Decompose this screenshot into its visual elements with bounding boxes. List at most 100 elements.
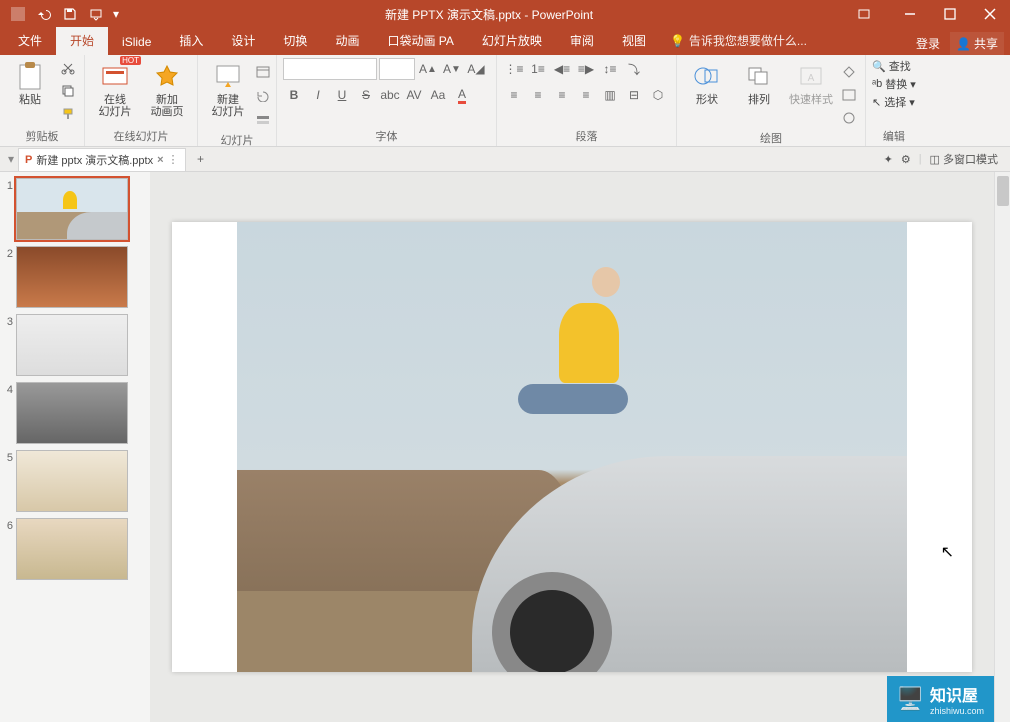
window-controls <box>850 0 1010 28</box>
minimize-button[interactable] <box>890 0 930 28</box>
italic-button[interactable]: I <box>307 84 329 106</box>
decrease-font-button[interactable]: A▼ <box>441 58 463 80</box>
underline-button[interactable]: U <box>331 84 353 106</box>
tab-pocket-anim[interactable]: 口袋动画 PA <box>373 27 467 55</box>
close-tab-button[interactable]: × <box>157 154 163 166</box>
new-slide-button[interactable]: 新建 幻灯片 <box>204 58 252 120</box>
increase-font-button[interactable]: A▲ <box>417 58 439 80</box>
decrease-indent-button[interactable]: ◀≡ <box>551 58 573 80</box>
cut-button[interactable] <box>58 58 78 78</box>
group-clipboard: 粘贴 剪贴板 <box>0 55 85 146</box>
layout-button[interactable] <box>256 62 270 82</box>
slide-canvas-area[interactable]: ↖ 🖥️ 知识屋 zhishiwu.com <box>150 172 994 722</box>
ribbon-display-button[interactable] <box>850 0 878 28</box>
font-size-combo[interactable] <box>379 58 415 80</box>
new-anim-page-button[interactable]: 新加 动画页 <box>143 58 191 120</box>
tab-design[interactable]: 设计 <box>217 27 269 55</box>
numbering-button[interactable]: 1≡ <box>527 58 549 80</box>
align-center-button[interactable]: ≡ <box>527 84 549 106</box>
font-family-combo[interactable] <box>283 58 377 80</box>
shapes-button[interactable]: 形状 <box>683 58 731 108</box>
bold-button[interactable]: B <box>283 84 305 106</box>
align-text-button[interactable]: ⊟ <box>623 84 645 106</box>
slide-thumbnail-panel[interactable]: 1 2 3 4 5 6 <box>0 172 150 722</box>
paste-button[interactable]: 粘贴 <box>6 58 54 108</box>
tab-review[interactable]: 审阅 <box>556 27 608 55</box>
vertical-scrollbar[interactable] <box>994 172 1010 722</box>
quick-styles-button[interactable]: A 快速样式 <box>787 58 835 108</box>
app-icon[interactable] <box>6 2 30 26</box>
ribbon-tabs: 文件 开始 iSlide 插入 设计 切换 动画 口袋动画 PA 幻灯片放映 审… <box>0 28 1010 55</box>
section-button[interactable] <box>256 110 270 130</box>
powerpoint-icon: P <box>25 154 32 166</box>
change-case-button[interactable]: Aa <box>427 84 449 106</box>
tab-transitions[interactable]: 切换 <box>269 27 321 55</box>
increase-indent-button[interactable]: ≡▶ <box>575 58 597 80</box>
select-icon: ↖ <box>872 96 881 109</box>
watermark: 🖥️ 知识屋 zhishiwu.com <box>887 676 994 722</box>
format-painter-button[interactable] <box>58 104 78 124</box>
tab-slideshow[interactable]: 幻灯片放映 <box>468 27 556 55</box>
shape-outline-button[interactable] <box>839 85 859 105</box>
shape-fill-button[interactable] <box>839 62 859 82</box>
close-button[interactable] <box>970 0 1010 28</box>
align-right-button[interactable]: ≡ <box>551 84 573 106</box>
slide-canvas[interactable] <box>172 222 972 672</box>
select-button[interactable]: ↖选择▾ <box>872 94 916 110</box>
anim-icon <box>151 60 183 92</box>
smartart-button[interactable]: ⬡ <box>647 84 669 106</box>
arrange-button[interactable]: 排列 <box>735 58 783 108</box>
maximize-button[interactable] <box>930 0 970 28</box>
slide-thumbnail-3[interactable]: 3 <box>4 314 146 376</box>
sign-in-button[interactable]: 登录 <box>916 35 940 52</box>
share-button[interactable]: 👤 共享 <box>950 32 1004 55</box>
tab-islide[interactable]: iSlide <box>108 30 165 55</box>
copy-button[interactable] <box>58 81 78 101</box>
start-from-beginning-button[interactable] <box>84 2 108 26</box>
tell-me[interactable]: 💡 告诉我您想要做什么... <box>660 27 817 55</box>
tab-view[interactable]: 视图 <box>608 27 660 55</box>
tab-animations[interactable]: 动画 <box>321 27 373 55</box>
slide-image[interactable] <box>237 222 907 672</box>
align-left-button[interactable]: ≡ <box>503 84 525 106</box>
doctab-list-button[interactable]: ▾ <box>4 152 18 166</box>
share-icon: 👤 <box>956 37 971 51</box>
tab-home[interactable]: 开始 <box>56 27 108 55</box>
undo-button[interactable] <box>32 2 56 26</box>
title-bar: ▾ 新建 PPTX 演示文稿.pptx - PowerPoint <box>0 0 1010 28</box>
slide-thumbnail-6[interactable]: 6 <box>4 518 146 580</box>
tab-file[interactable]: 文件 <box>4 27 56 55</box>
replace-button[interactable]: ᵃb替换▾ <box>872 76 916 92</box>
scrollbar-thumb[interactable] <box>997 176 1009 206</box>
gear-icon[interactable]: ⚙ <box>901 153 911 166</box>
save-button[interactable] <box>58 2 82 26</box>
text-direction-button[interactable]: ⤵ <box>623 58 645 80</box>
slide-thumbnail-4[interactable]: 4 <box>4 382 146 444</box>
font-color-button[interactable]: A <box>451 84 473 106</box>
qat-more-button[interactable]: ▾ <box>110 2 122 26</box>
strikethrough-button[interactable]: S <box>355 84 377 106</box>
tab-insert[interactable]: 插入 <box>165 27 217 55</box>
shadow-button[interactable]: abc <box>379 84 401 106</box>
document-tab[interactable]: P 新建 pptx 演示文稿.pptx × ⋮ <box>18 148 186 171</box>
new-tab-button[interactable]: + <box>190 149 212 169</box>
columns-button[interactable]: ▥ <box>599 84 621 106</box>
multiwindow-button[interactable]: ◫ 多窗口模式 <box>930 151 998 167</box>
group-paragraph: ⋮≡ 1≡ ◀≡ ≡▶ ↕≡ ⤵ ≡ ≡ ≡ ≡ ▥ ⊟ ⬡ 段落 <box>497 55 677 146</box>
slide-thumbnail-5[interactable]: 5 <box>4 450 146 512</box>
shape-effects-button[interactable] <box>839 108 859 128</box>
group-slides: 新建 幻灯片 幻灯片 <box>198 55 277 146</box>
replace-icon: ᵃb <box>872 78 882 90</box>
line-spacing-button[interactable]: ↕≡ <box>599 58 621 80</box>
find-button[interactable]: 🔍查找 <box>872 58 916 74</box>
clear-formatting-button[interactable]: A◢ <box>465 58 487 80</box>
slide-thumbnail-1[interactable]: 1 <box>4 178 146 240</box>
justify-button[interactable]: ≡ <box>575 84 597 106</box>
slide-thumbnail-2[interactable]: 2 <box>4 246 146 308</box>
bullets-button[interactable]: ⋮≡ <box>503 58 525 80</box>
reset-button[interactable] <box>256 86 270 106</box>
ribbon: 粘贴 剪贴板 HOT 在线 幻灯片 新加 动画页 在线幻灯片 <box>0 55 1010 147</box>
char-spacing-button[interactable]: AV <box>403 84 425 106</box>
online-slides-button[interactable]: HOT 在线 幻灯片 <box>91 58 139 120</box>
star-icon[interactable]: ✦ <box>884 153 893 166</box>
